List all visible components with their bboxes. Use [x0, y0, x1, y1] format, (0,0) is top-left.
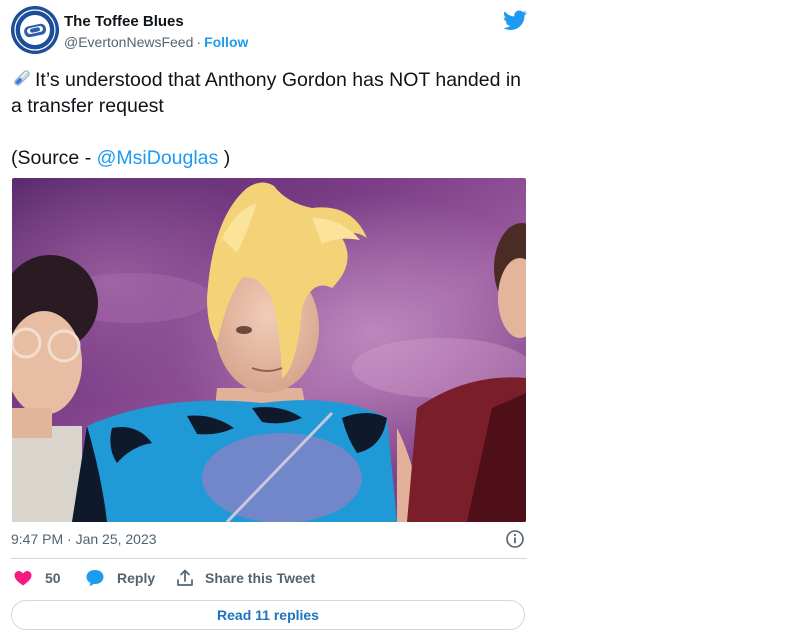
- tweet-photo[interactable]: [12, 178, 526, 522]
- author-handle[interactable]: @EvertonNewsFeed: [64, 34, 193, 50]
- follow-button[interactable]: Follow: [204, 34, 248, 50]
- source-suffix: ): [218, 147, 231, 169]
- embedded-tweet: The Toffee Blues @EvertonNewsFeed · Follow…: [0, 0, 540, 637]
- handle-row: @EvertonNewsFeed · Follow: [64, 34, 248, 50]
- share-button[interactable]: Share this Tweet: [175, 568, 315, 588]
- author-name[interactable]: The Toffee Blues: [64, 13, 184, 30]
- separator-dot: ·: [196, 34, 202, 50]
- avatar[interactable]: [11, 6, 59, 54]
- share-upload-icon: [177, 569, 193, 586]
- twitter-bird-icon[interactable]: [503, 8, 527, 32]
- everton-crest-icon: [11, 6, 59, 54]
- heart-icon: [14, 571, 32, 586]
- share-label: Share this Tweet: [205, 570, 316, 586]
- like-count: 50: [45, 570, 61, 586]
- read-replies-button[interactable]: Read 11 replies: [11, 600, 525, 630]
- tweet-text: It’s understood that Anthony Gordon has …: [11, 67, 531, 171]
- reply-button[interactable]: Reply: [85, 568, 155, 588]
- syringe-pill-icon: [14, 70, 30, 86]
- source-prefix: (Source -: [11, 147, 97, 169]
- divider: [11, 558, 527, 559]
- tweet-source-line: (Source - @MsiDouglas ): [11, 145, 531, 171]
- tweet-timestamp[interactable]: 9:47 PM · Jan 25, 2023: [11, 531, 157, 547]
- mention-link[interactable]: @MsiDouglas: [97, 147, 219, 169]
- reply-label: Reply: [117, 570, 156, 586]
- tweet-line1: It’s understood that Anthony Gordon has …: [11, 69, 522, 117]
- speech-bubble-icon: [86, 570, 104, 587]
- like-button[interactable]: 50: [13, 568, 61, 588]
- info-icon[interactable]: [505, 529, 525, 549]
- tweet-line-main: It’s understood that Anthony Gordon has …: [11, 67, 531, 119]
- band-photo-image: [12, 178, 526, 522]
